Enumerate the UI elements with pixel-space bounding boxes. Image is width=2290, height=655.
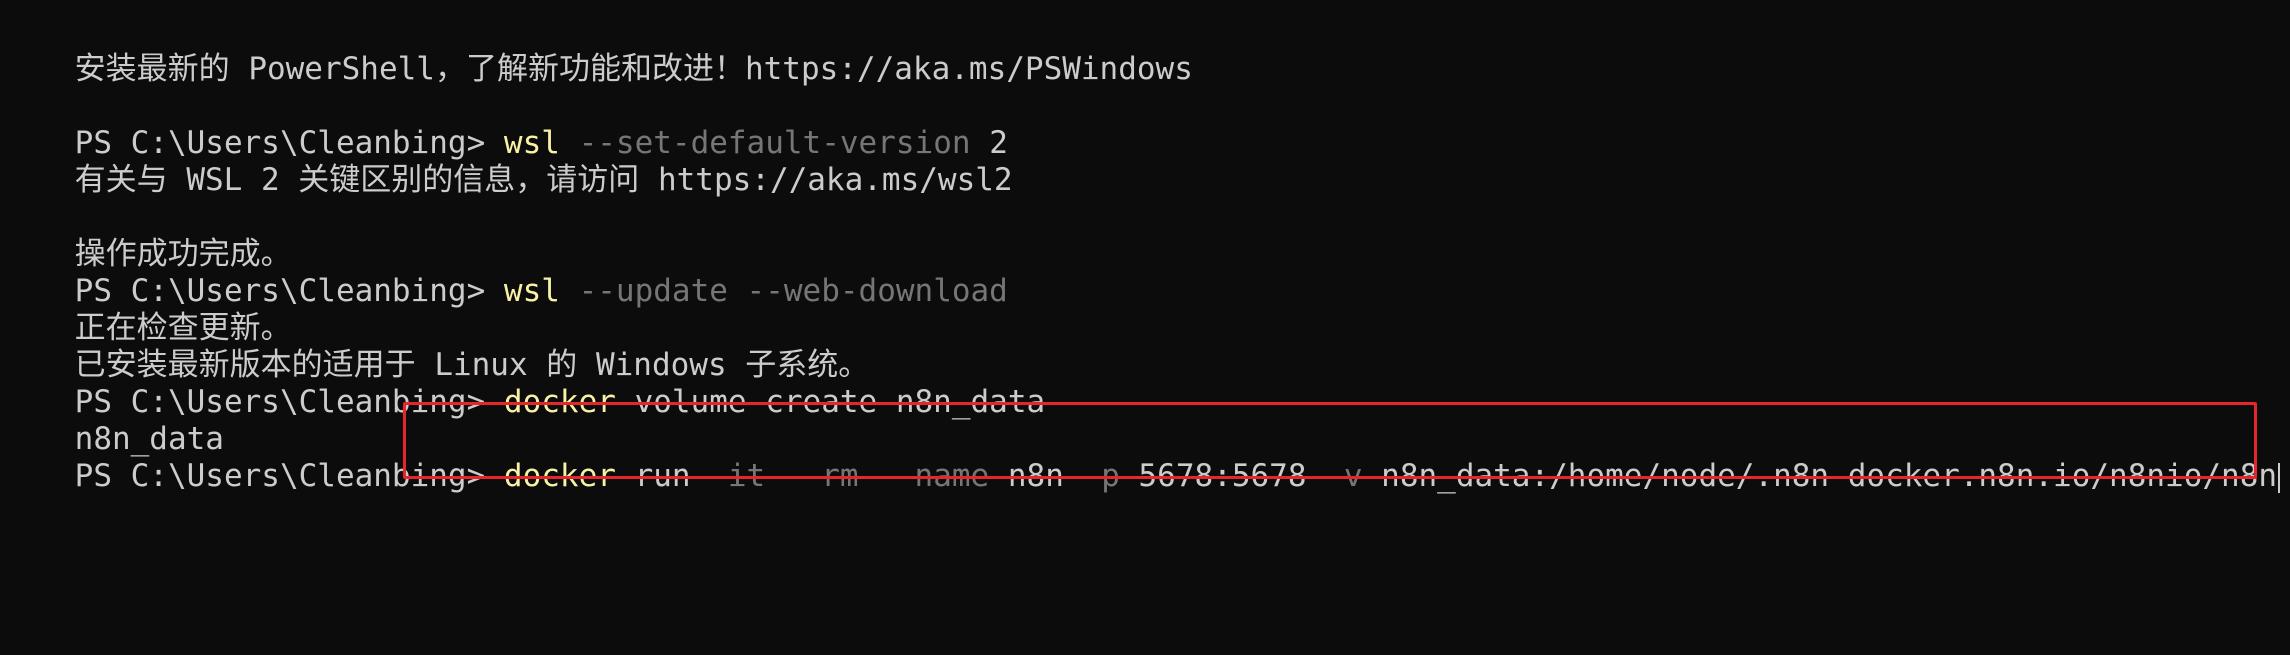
terminal-line-command: PS C:\Users\Cleanbing> docker volume cre…	[0, 347, 1046, 420]
command-parameter: --update --web-download	[559, 273, 1008, 309]
terminal-line-powershell-notice: 安装最新的 PowerShell，了解新功能和改进！https://aka.ms…	[0, 14, 1193, 87]
terminal-line-output: 已安装最新版本的适用于 Linux 的 Windows 子系统。	[0, 310, 870, 383]
terminal-line-output: 有关与 WSL 2 关键区别的信息，请访问 https://aka.ms/wsl…	[0, 125, 1013, 198]
terminal-window[interactable]: 安装最新的 PowerShell，了解新功能和改进！https://aka.ms…	[0, 0, 2290, 655]
terminal-line-output: 正在检查更新。	[0, 273, 292, 346]
output-text: 有关与 WSL 2 关键区别的信息，请访问 https://aka.ms/wsl…	[74, 162, 1013, 198]
notice-text: 安装最新的 PowerShell，了解新功能和改进！https://aka.ms…	[74, 51, 1193, 87]
highlight-annotation-box	[403, 402, 2257, 479]
command-name: wsl	[503, 273, 560, 309]
terminal-line-output: 操作成功完成。	[0, 199, 292, 272]
terminal-line-output: n8n_data	[0, 384, 224, 457]
terminal-line-command: PS C:\Users\Cleanbing> wsl --set-default…	[0, 88, 1008, 161]
terminal-line-command: PS C:\Users\Cleanbing> wsl --update --we…	[0, 236, 1008, 309]
text-cursor	[2278, 462, 2281, 493]
